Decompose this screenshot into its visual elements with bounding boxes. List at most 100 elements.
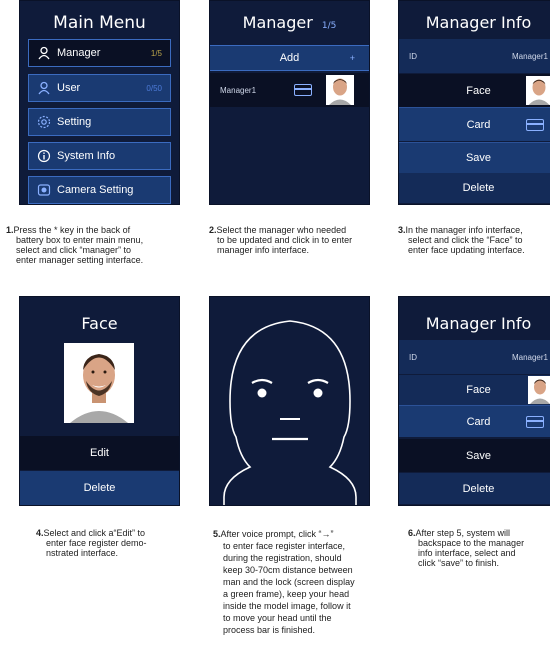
step-number: 4. [36,528,44,538]
plus-icon: + [349,53,355,63]
face-thumbnail [528,376,550,404]
screen-title: Manager Info [425,314,532,333]
card-label: Card [466,118,491,131]
screen-main-menu: Main Menu Manager 1/5 User 0/50 Setting … [19,0,180,205]
save-button[interactable]: Save [399,439,550,472]
manager-count: 1/5 [150,48,162,58]
screen-face-register [209,296,370,506]
face-photo [64,343,134,423]
menu-item-setting[interactable]: Setting [28,108,171,136]
edit-label: Edit [90,447,109,459]
menu-item-user[interactable]: User 0/50 [28,74,171,102]
screen-title: Manager 1/5 [210,13,369,32]
caption-line: process bar is finished. [223,625,316,635]
card-icon [526,416,544,428]
add-label: Add [279,52,300,64]
caption-line: After voice prompt, click “→” [220,529,334,539]
id-value: Manager1 [511,352,548,362]
caption-line: to move your head until the [223,613,332,623]
caption-line: select and click “manager” to [16,245,132,255]
caption-line: keep 30-70cm distance between [223,565,353,575]
manager-icon [37,46,51,60]
step-number: 5. [213,529,221,539]
menu-item-label: Camera Setting [57,184,134,196]
caption-line: Select the manager who needed [216,225,347,235]
caption-step-1: 1.Press the * key in the back of battery… [6,225,196,265]
menu-item-label: Setting [57,116,92,128]
user-icon [37,81,51,95]
caption-step-6: 6.After step 5, system will backspace to… [408,528,548,568]
face-thumbnail [526,76,550,105]
face-row[interactable]: Face [399,375,550,405]
screen-face: Face Edit Delete [19,296,180,506]
delete-label: Delete [83,482,116,494]
face-outline-guide [223,320,357,505]
face-thumbnail [326,75,354,105]
edit-button[interactable]: Edit [20,436,179,470]
caption-line: during the registration, should [223,553,342,563]
delete-button[interactable]: Delete [20,471,179,505]
gear-icon [37,115,51,129]
card-icon [294,84,312,96]
menu-item-manager[interactable]: Manager 1/5 [28,39,171,67]
caption-line: inside the model image, follow it [223,601,351,611]
step-number: 3. [398,225,406,235]
id-row: ID Manager1 [399,39,550,73]
face-row[interactable]: Face [399,74,550,107]
caption-line: select and click the “Face” to [408,235,523,245]
caption-line: to be updated and click in to enter [217,235,353,245]
caption-line: backspace to the manager [418,538,525,548]
caption-step-4: 4.Select and click a“Edit” to enter face… [36,528,196,558]
menu-item-camera-setting[interactable]: Camera Setting [28,176,171,204]
id-label: ID [409,352,417,362]
face-label: Face [466,384,491,396]
screen-manager: Manager 1/5 Add + Manager1 [209,0,370,205]
card-label: Card [466,415,491,428]
manager-title: Manager [242,13,313,32]
save-button[interactable]: Save [399,142,550,173]
caption-line: a green frame), keep your head [223,589,350,599]
delete-button[interactable]: Delete [399,473,550,504]
card-row[interactable]: Card [399,405,550,437]
menu-item-system-info[interactable]: System Info [28,142,171,170]
delete-label: Delete [462,182,495,194]
id-value: Manager1 [511,51,548,61]
screen-title: Face [81,314,118,333]
caption-line: to enter face register interface, [223,541,346,551]
caption-line: After step 5, system will [415,528,511,538]
card-row[interactable]: Card [399,107,550,141]
caption-line: nstrated interface. [46,548,119,558]
manager-name: Manager1 [220,85,257,95]
step-number: 6. [408,528,416,538]
save-label: Save [465,152,492,164]
page-indicator: 1/5 [321,21,337,31]
screen-manager-info-save: Manager Info ID Manager1 Face Card Save … [398,296,550,506]
caption-line: enter face updating interface. [408,245,525,255]
caption-line: In the manager info interface, [405,225,523,235]
caption-line: click “save” to finish. [418,558,500,568]
info-icon [37,149,51,163]
menu-item-label: Manager [57,47,101,59]
caption-step-2: 2.Select the manager who needed to be up… [209,225,384,255]
step-number: 2. [209,225,217,235]
caption-line: man and the lock (screen display [223,577,355,587]
delete-button[interactable]: Delete [399,173,550,203]
caption-line: enter manager setting interface. [16,255,144,265]
list-item-manager[interactable]: Manager1 [210,73,369,107]
face-label: Face [466,84,491,97]
add-button[interactable]: Add + [210,45,369,71]
caption-step-3: 3.In the manager info interface, select … [398,225,548,255]
caption-step-5: 5.After voice prompt, click “→” to enter… [213,528,388,636]
caption-line: enter face register demo- [46,538,147,548]
menu-item-label: System Info [57,150,116,162]
caption-line: manager info interface. [217,245,310,255]
caption-line: Select and click a“Edit” to [43,528,146,538]
id-label: ID [409,51,417,61]
caption-line: info interface, select and [418,548,516,558]
user-count: 0/50 [146,83,162,93]
card-icon [526,119,544,131]
caption-line: Press the * key in the back of [13,225,131,235]
id-row: ID Manager1 [399,340,550,374]
save-label: Save [465,449,492,462]
caption-line: battery box to enter main menu, [16,235,144,245]
